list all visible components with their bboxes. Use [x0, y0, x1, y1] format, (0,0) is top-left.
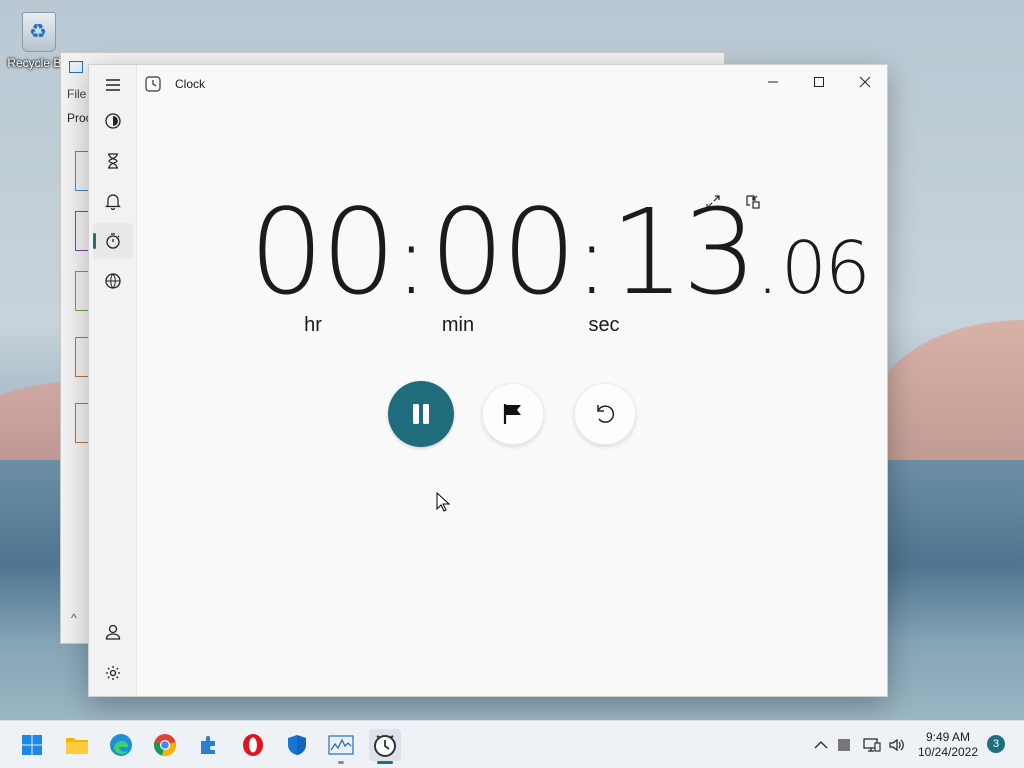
shield-icon [288, 735, 306, 755]
separator: : [395, 204, 428, 316]
minutes-value: 00 [429, 183, 577, 321]
maximize-button[interactable] [796, 65, 842, 99]
windows-logo-icon [22, 735, 42, 755]
stopwatch-display: 00 : 00 : 13 . 06 [249, 183, 871, 321]
perf-card-memory[interactable] [75, 211, 89, 251]
seconds-value: 13 [610, 183, 757, 321]
stopwatch-icon [106, 233, 120, 249]
nav-focus-sessions[interactable] [93, 103, 133, 139]
speaker-icon [889, 738, 904, 752]
taskbar-opera[interactable] [237, 729, 269, 761]
tray-app-icon [838, 739, 850, 751]
notification-badge[interactable]: 3 [987, 735, 1005, 753]
taskbar-edge[interactable] [105, 729, 137, 761]
reset-icon [597, 405, 615, 423]
minimize-icon [768, 81, 778, 83]
nav-world-clock[interactable] [93, 263, 133, 299]
minimize-button[interactable] [750, 65, 796, 99]
clock-window: Clock 00 : 00 : 13 . 06 hr min sec [88, 64, 888, 697]
nav-alarm[interactable] [93, 183, 133, 219]
folder-icon [66, 738, 88, 754]
reset-button[interactable] [574, 383, 636, 445]
separator: : [575, 204, 608, 316]
perf-card-cpu[interactable] [75, 151, 89, 191]
taskbar-task-manager[interactable] [325, 729, 357, 764]
fraction-value: 06 [781, 226, 871, 310]
menu-icon [106, 79, 120, 91]
perf-card-ethernet[interactable] [75, 337, 89, 377]
opera-icon [243, 734, 263, 756]
network-button[interactable] [862, 735, 882, 755]
nav-settings[interactable] [93, 655, 133, 691]
gear-icon [106, 666, 120, 680]
show-hidden-icons-button[interactable] [811, 735, 831, 755]
taskbar-file-explorer[interactable] [61, 729, 93, 761]
clock-icon [374, 735, 396, 757]
pause-button[interactable] [388, 381, 454, 447]
mouse-cursor-icon [436, 492, 450, 512]
volume-button[interactable] [887, 735, 907, 755]
running-indicator [338, 761, 344, 764]
perf-card-gpu[interactable] [75, 403, 89, 443]
chevron-up-icon [814, 741, 828, 749]
maximize-icon [814, 77, 824, 87]
taskbar-chrome[interactable] [149, 729, 181, 761]
navigation-rail [89, 65, 137, 696]
performance-icon [69, 61, 83, 73]
taskbar-clock-display[interactable]: 9:49 AM 10/24/2022 [912, 730, 984, 760]
globe-icon [105, 273, 121, 289]
menu-file[interactable]: File [67, 87, 86, 101]
taskbar-date: 10/24/2022 [917, 745, 979, 759]
unit-hr-label: hr [304, 314, 322, 336]
lap-button[interactable] [482, 383, 544, 445]
taskbar-start[interactable] [16, 729, 48, 761]
nav-stopwatch[interactable] [93, 223, 133, 259]
taskbar: 9:49 AM 10/24/2022 3 [0, 720, 1024, 768]
clock-app-icon [145, 76, 161, 92]
taskbar-app[interactable] [193, 729, 225, 761]
close-button[interactable] [842, 65, 888, 99]
recycle-bin-icon [22, 12, 56, 52]
unit-sec-label: sec [588, 314, 620, 336]
chevron-up-icon[interactable]: ^ [71, 611, 77, 625]
focus-icon [105, 113, 121, 129]
nav-timer[interactable] [93, 143, 133, 179]
unit-min-label: min [441, 314, 475, 336]
edge-icon [110, 734, 132, 756]
window-title: Clock [175, 77, 206, 91]
active-indicator [377, 761, 393, 764]
person-icon [105, 624, 121, 640]
puzzle-icon [201, 736, 215, 754]
chrome-icon [154, 734, 176, 756]
performance-icon [328, 735, 354, 755]
nav-account[interactable] [93, 614, 133, 650]
bell-icon [105, 194, 121, 210]
pause-icon [413, 404, 429, 424]
taskbar-security[interactable] [281, 729, 313, 761]
taskbar-clock[interactable] [369, 729, 401, 764]
wallpaper-hill [870, 320, 1024, 460]
tray-app[interactable] [834, 735, 854, 755]
taskbar-time: 9:49 AM [925, 730, 971, 744]
perf-card-disk[interactable] [75, 271, 89, 311]
hours-value: 00 [249, 183, 396, 321]
hourglass-icon [108, 153, 118, 169]
hamburger-menu-button[interactable] [93, 67, 133, 103]
decimal-point: . [756, 226, 780, 310]
flag-icon [503, 404, 521, 424]
close-icon [859, 76, 871, 88]
network-icon [863, 738, 881, 752]
